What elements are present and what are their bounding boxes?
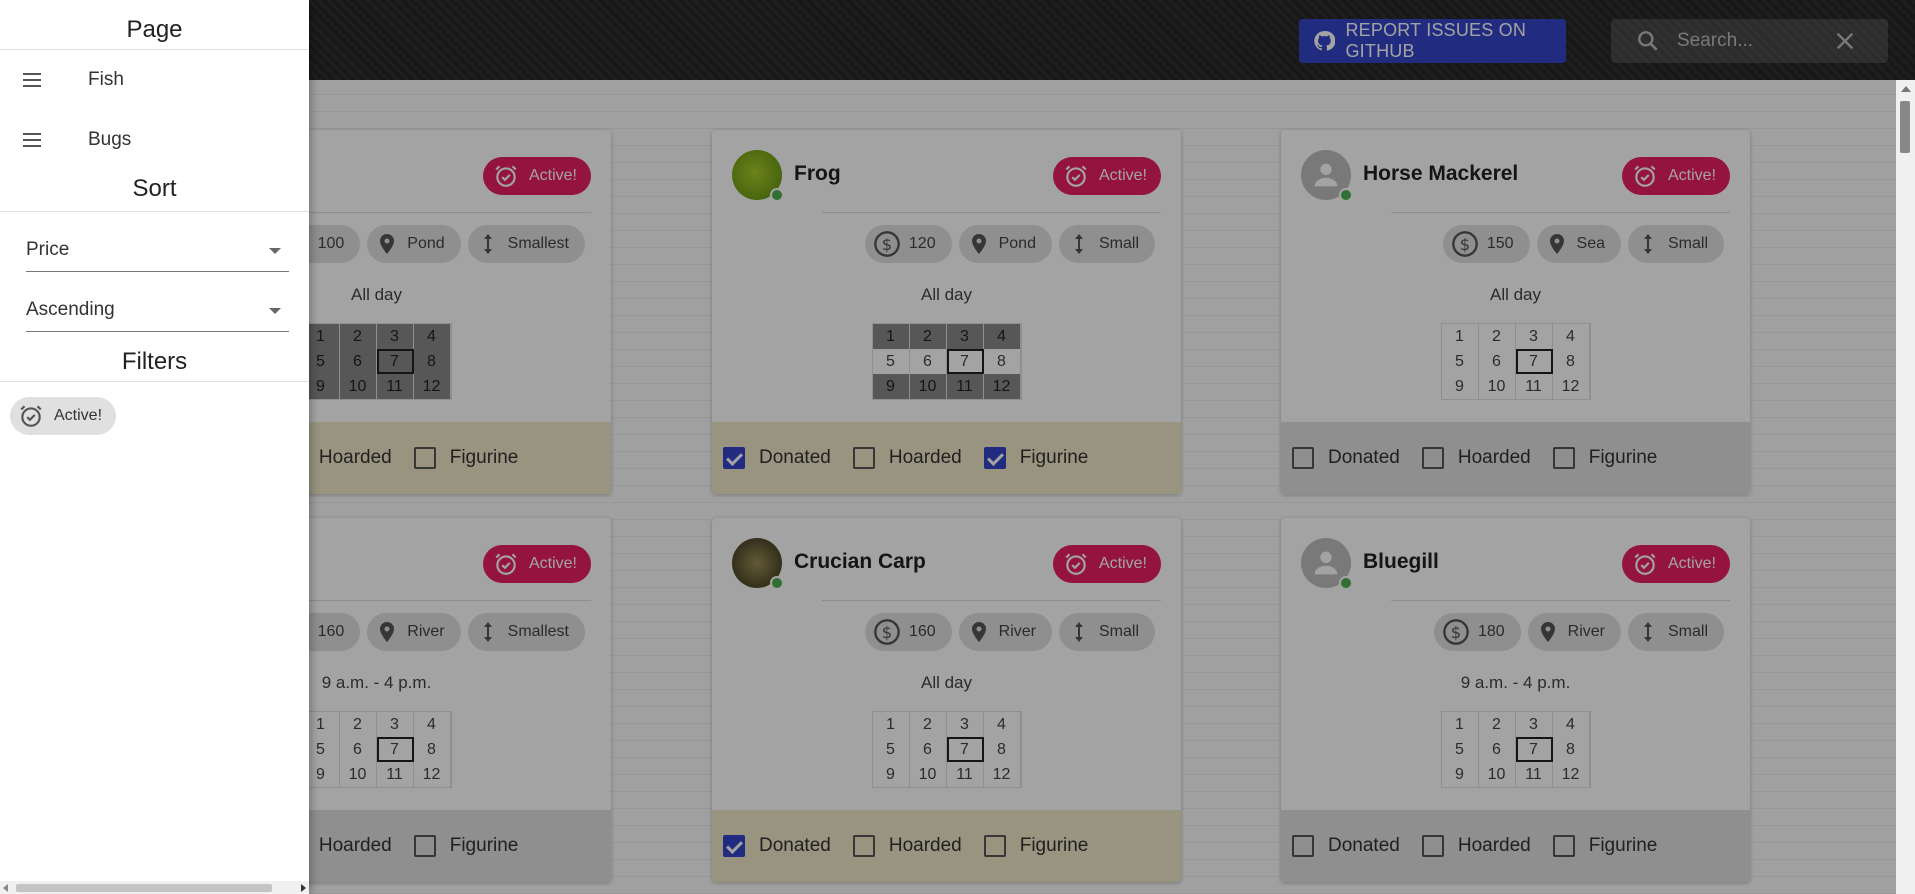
active-filter-chip[interactable]: Active! [10,397,116,435]
nav-item-fish[interactable]: Fish [0,50,309,110]
scroll-right-arrow[interactable] [301,884,306,892]
page-section-title: Page [0,0,309,50]
scroll-left-arrow[interactable] [3,884,8,892]
menu-icon [23,133,41,147]
scrollbar-thumb[interactable] [1900,101,1910,153]
hscrollbar-thumb[interactable] [16,884,272,892]
sort-field-value: Price [26,239,70,260]
sort-section-title: Sort [0,170,309,212]
side-drawer: Page Fish Bugs Sort Price Ascending Filt… [0,0,309,894]
nav-item-label: Bugs [88,129,132,150]
nav-item-label: Fish [88,69,124,90]
menu-icon [23,73,41,87]
nav-item-bugs[interactable]: Bugs [0,110,309,170]
filters-section-title: Filters [0,332,309,382]
sort-order-select[interactable]: Ascending [26,272,289,332]
filter-chip-label: Active! [54,407,103,424]
chevron-down-icon [269,248,281,254]
sort-field-select[interactable]: Price [26,212,289,272]
vertical-scrollbar[interactable] [1896,80,1915,894]
horizontal-scrollbar[interactable] [0,881,309,894]
sort-order-value: Ascending [26,299,115,320]
scroll-up-arrow[interactable] [1901,86,1911,92]
alarm-icon [20,405,42,427]
chevron-down-icon [269,308,281,314]
